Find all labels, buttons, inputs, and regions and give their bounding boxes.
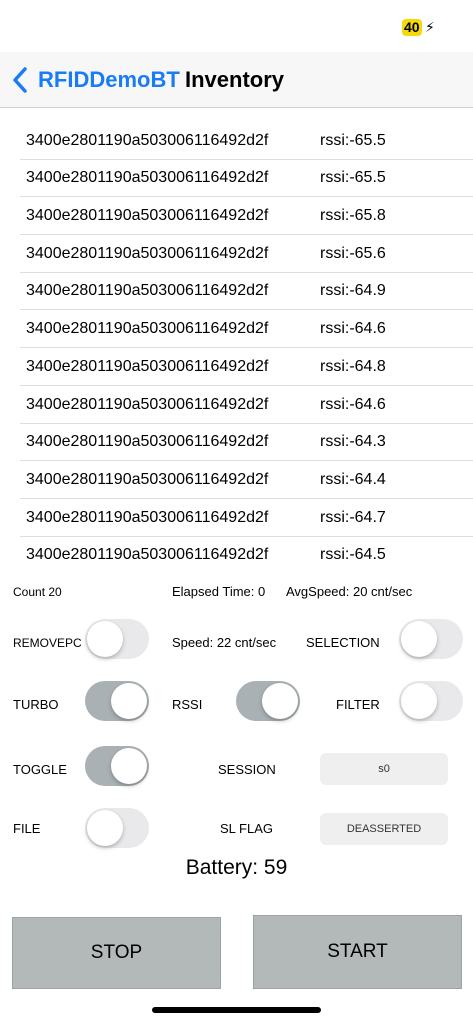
tag-epc: 3400e2801190a503006116492d2f [26, 132, 269, 149]
switch-knob [401, 683, 437, 719]
rssi-label: RSSI [172, 697, 203, 712]
tag-rssi: rssi:-64.3 [320, 433, 386, 450]
filter-label: FILTER [336, 697, 380, 712]
tag-epc: 3400e2801190a503006116492d2f [26, 358, 269, 375]
list-item[interactable]: 3400e2801190a503006116492d2f rssi:-65.8 [20, 197, 473, 235]
toggle-label: TOGGLE [13, 762, 67, 777]
switch-knob [87, 810, 123, 846]
speed-label: Speed: 22 cnt/sec [172, 635, 277, 650]
tag-epc: 3400e2801190a503006116492d2f [26, 245, 269, 262]
tag-list[interactable]: 3400e2801190a503006116492d2f rssi:-65.5 … [0, 108, 473, 570]
list-item[interactable]: 3400e2801190a503006116492d2f rssi:-65.5 [20, 122, 473, 160]
avg-speed-label: AvgSpeed: 20 cnt/sec [286, 584, 413, 599]
tag-rssi: rssi:-64.7 [320, 509, 386, 526]
chevron-left-icon[interactable] [10, 66, 32, 94]
tag-rssi: rssi:-65.5 [320, 169, 386, 186]
toggle-switch[interactable] [85, 746, 149, 786]
count-label: Count 20 [13, 585, 62, 599]
battery-status: Battery: 59 [185, 856, 288, 879]
tag-epc: 3400e2801190a503006116492d2f [26, 546, 269, 563]
filter-switch[interactable] [399, 681, 463, 721]
list-item[interactable]: 3400e2801190a503006116492d2f rssi:-64.9 [20, 272, 473, 310]
page-title: Inventory [185, 67, 285, 92]
sl-flag-label: SL FLAG [220, 821, 273, 836]
tag-rssi: rssi:-65.5 [320, 132, 386, 149]
tag-epc: 3400e2801190a503006116492d2f [26, 471, 269, 488]
navigation-bar: RFIDDemoBT Inventory [0, 52, 473, 108]
tag-rssi: rssi:-64.4 [320, 471, 386, 488]
list-item[interactable]: 3400e2801190a503006116492d2f rssi:-64.4 [20, 461, 473, 499]
list-item[interactable]: 3400e2801190a503006116492d2f rssi:-65.6 [20, 235, 473, 273]
removepc-switch[interactable] [85, 619, 149, 659]
tag-rssi: rssi:-64.6 [320, 320, 386, 337]
tag-epc: 3400e2801190a503006116492d2f [26, 396, 269, 413]
tag-epc: 3400e2801190a503006116492d2f [26, 509, 269, 526]
rssi-switch[interactable] [236, 681, 300, 721]
list-item[interactable]: 3400e2801190a503006116492d2f rssi:-64.7 [20, 499, 473, 537]
tag-epc: 3400e2801190a503006116492d2f [26, 169, 269, 186]
turbo-label: TURBO [13, 697, 59, 712]
selection-label: SELECTION [306, 635, 380, 650]
removepc-label: REMOVEPC [13, 636, 82, 650]
session-selector[interactable]: s0 [320, 753, 448, 785]
tag-epc: 3400e2801190a503006116492d2f [26, 320, 269, 337]
tag-rssi: rssi:-64.9 [320, 282, 386, 299]
tag-rssi: rssi:-64.5 [320, 546, 386, 563]
tag-rssi: rssi:-65.8 [320, 207, 386, 224]
list-item[interactable]: 3400e2801190a503006116492d2f rssi:-64.8 [20, 348, 473, 386]
switch-knob [262, 683, 298, 719]
sl-flag-selector[interactable]: DEASSERTED [320, 813, 448, 845]
tag-epc: 3400e2801190a503006116492d2f [26, 207, 269, 224]
status-bar: 40 ⚡ [0, 0, 473, 52]
elapsed-time-label: Elapsed Time: 0 [172, 584, 266, 599]
stop-button[interactable]: STOP [12, 917, 221, 989]
list-item[interactable]: 3400e2801190a503006116492d2f rssi:-64.6 [20, 386, 473, 424]
list-item[interactable]: 3400e2801190a503006116492d2f rssi:-64.5 [20, 536, 473, 570]
switch-knob [401, 621, 437, 657]
back-button[interactable]: RFIDDemoBT [38, 66, 180, 94]
switch-knob [111, 748, 147, 784]
list-item[interactable]: 3400e2801190a503006116492d2f rssi:-64.3 [20, 423, 473, 461]
list-item[interactable]: 3400e2801190a503006116492d2f rssi:-64.6 [20, 310, 473, 348]
start-button[interactable]: START [253, 915, 462, 989]
tag-rssi: rssi:-64.6 [320, 396, 386, 413]
battery-level-badge: 40 [402, 19, 422, 36]
file-switch[interactable] [85, 808, 149, 848]
tag-epc: 3400e2801190a503006116492d2f [26, 433, 269, 450]
home-indicator[interactable] [152, 1007, 321, 1013]
file-label: FILE [13, 821, 41, 836]
tag-rssi: rssi:-64.8 [320, 358, 386, 375]
list-item[interactable]: 3400e2801190a503006116492d2f rssi:-65.5 [20, 159, 473, 197]
switch-knob [87, 621, 123, 657]
tag-epc: 3400e2801190a503006116492d2f [26, 282, 269, 299]
turbo-switch[interactable] [85, 681, 149, 721]
switch-knob [111, 683, 147, 719]
tag-rssi: rssi:-65.6 [320, 245, 386, 262]
charging-icon: ⚡ [425, 19, 435, 35]
selection-switch[interactable] [399, 619, 463, 659]
session-label: SESSION [218, 762, 276, 777]
